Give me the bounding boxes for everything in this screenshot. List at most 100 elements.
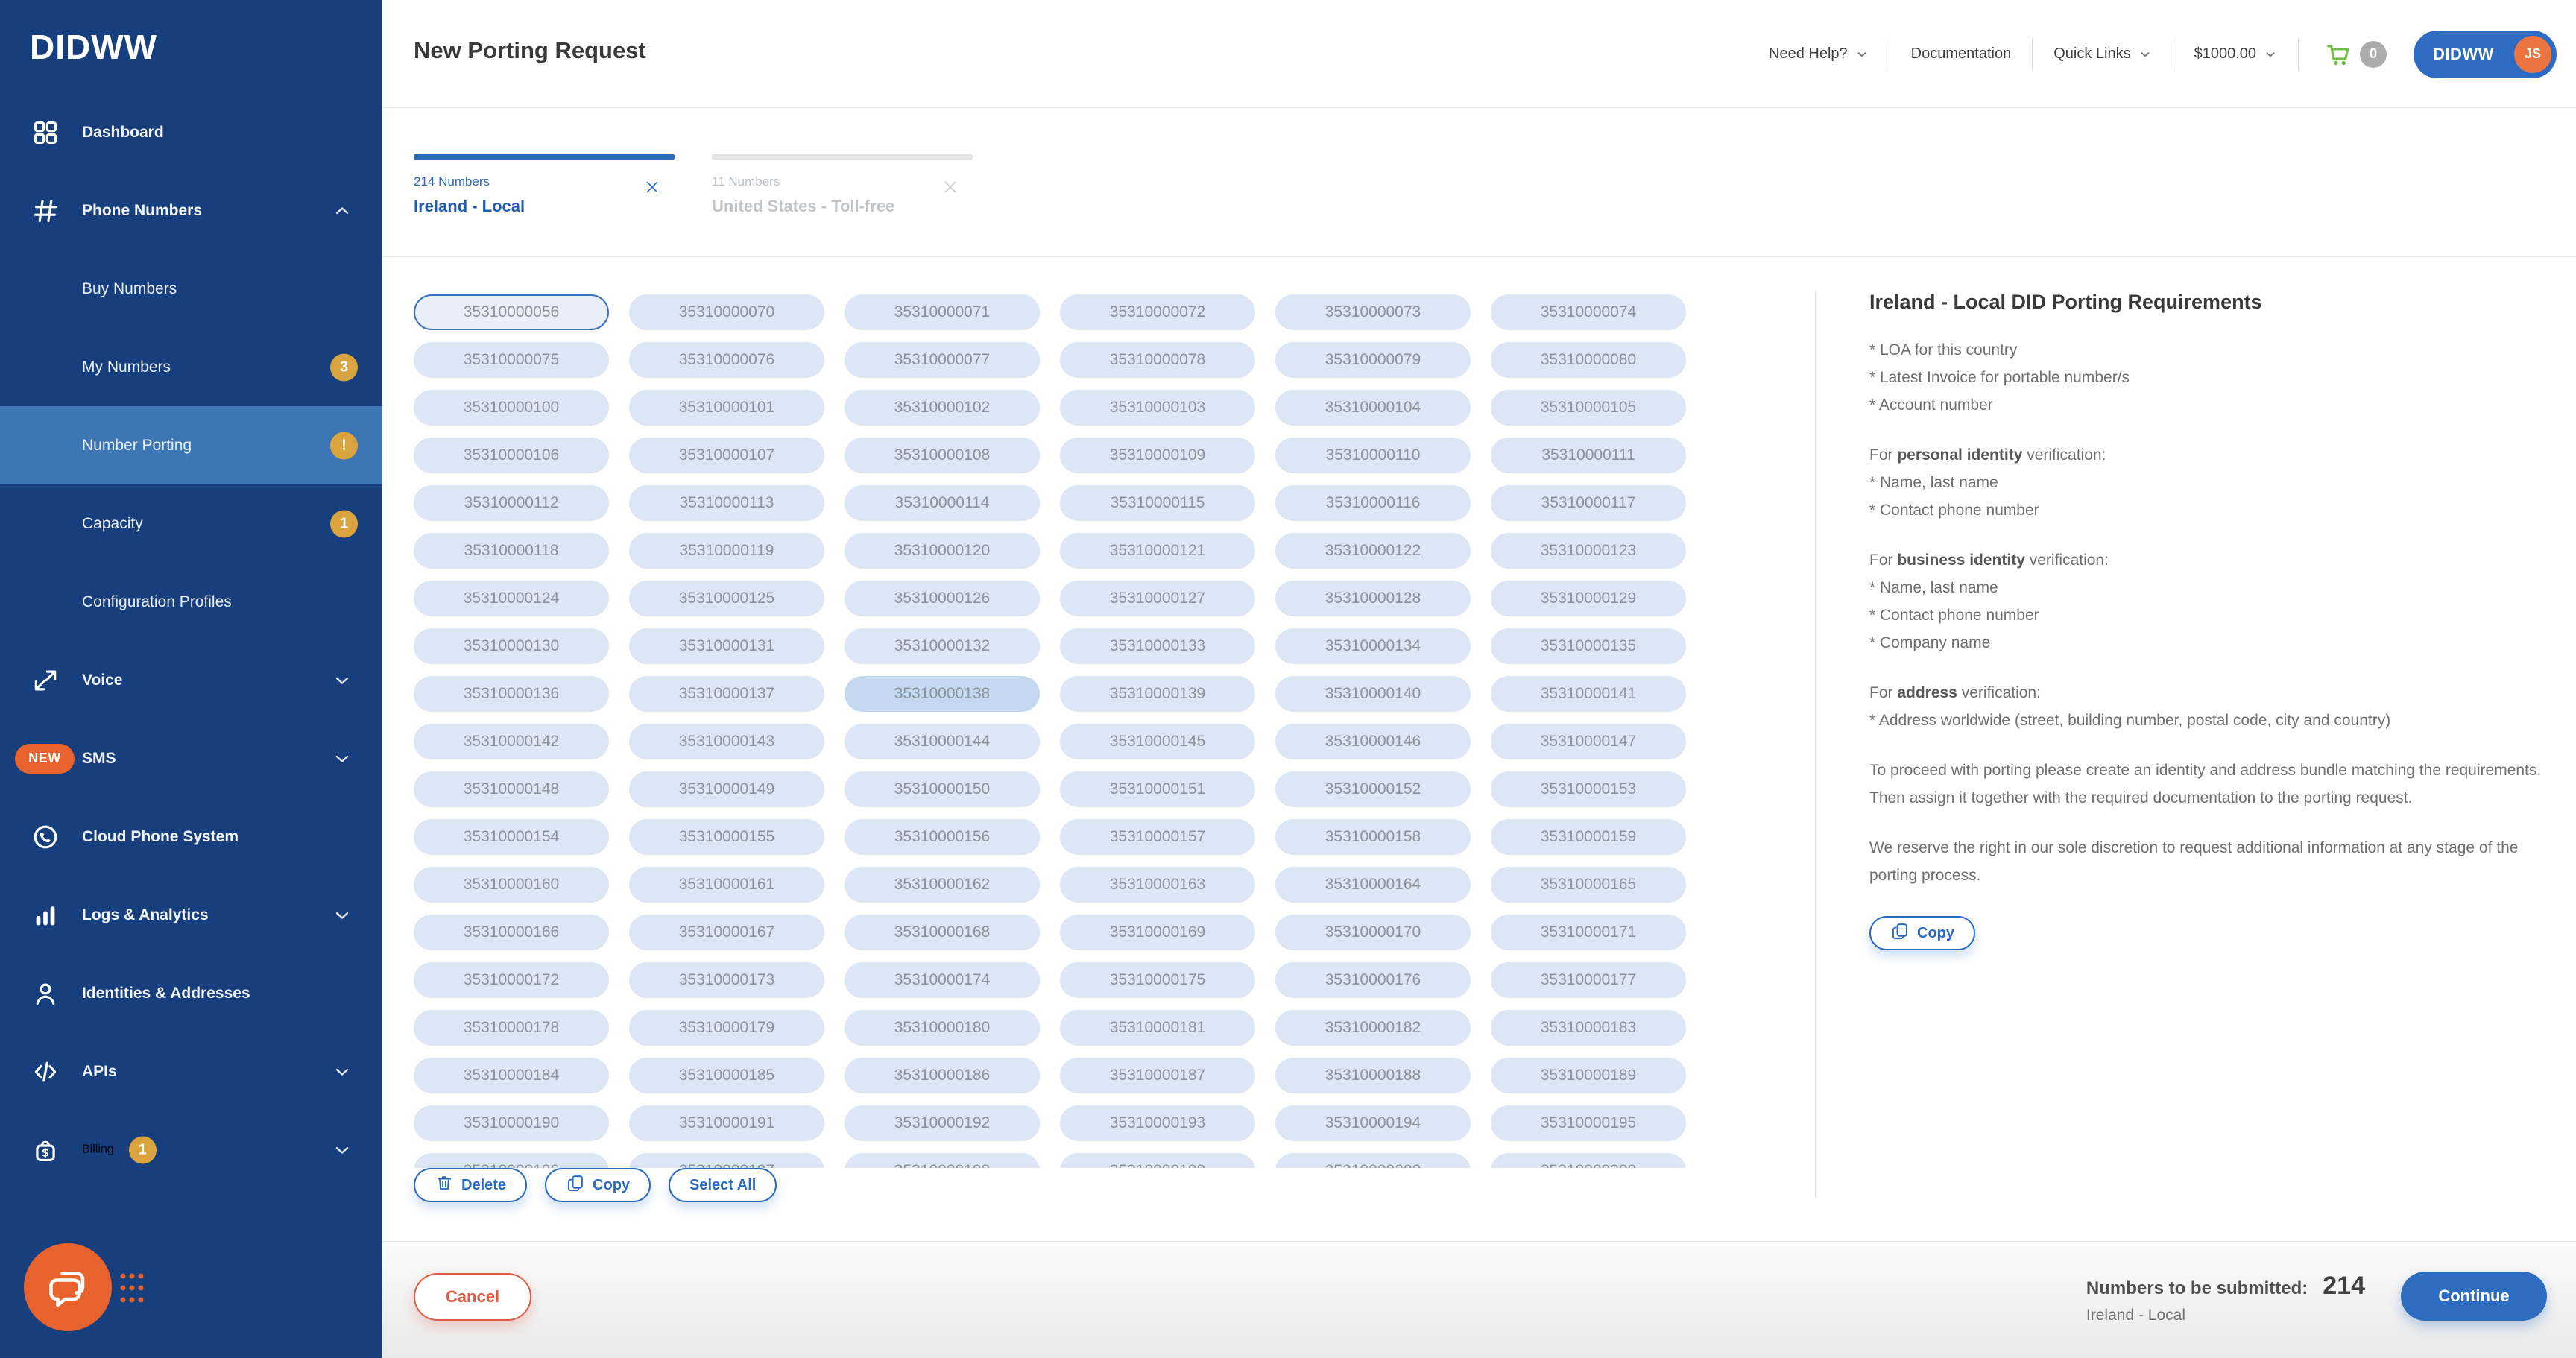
number-chip[interactable]: 35310000111: [1491, 438, 1686, 473]
number-chip[interactable]: 35310000155: [629, 819, 824, 855]
number-chip[interactable]: 35310000119: [629, 533, 824, 569]
number-chip[interactable]: 35310000192: [845, 1105, 1040, 1141]
balance-menu[interactable]: $1000.00: [2194, 45, 2277, 63]
number-chip[interactable]: 35310000140: [1275, 676, 1471, 712]
number-chip[interactable]: 35310000115: [1060, 485, 1255, 521]
number-chip[interactable]: 35310000181: [1060, 1010, 1255, 1046]
number-chip[interactable]: 35310000197: [629, 1153, 824, 1168]
number-chip[interactable]: 35310000126: [845, 581, 1040, 616]
number-chip[interactable]: 35310000173: [629, 962, 824, 998]
number-chip[interactable]: 35310000116: [1275, 485, 1471, 521]
copy-requirements-button[interactable]: Copy: [1869, 916, 1975, 950]
number-chip[interactable]: 35310000079: [1275, 342, 1471, 378]
number-chip[interactable]: 35310000136: [414, 676, 609, 712]
number-chip[interactable]: 35310000139: [1060, 676, 1255, 712]
number-chip[interactable]: 35310000179: [629, 1010, 824, 1046]
number-chip[interactable]: 35310000071: [845, 294, 1040, 330]
number-chip[interactable]: 35310000163: [1060, 867, 1255, 903]
number-chip[interactable]: 35310000070: [629, 294, 824, 330]
number-chip[interactable]: 35310000138: [845, 676, 1040, 712]
number-chip[interactable]: 35310000177: [1491, 962, 1686, 998]
number-chip[interactable]: 35310000134: [1275, 628, 1471, 664]
number-chip[interactable]: 35310000124: [414, 581, 609, 616]
number-chip[interactable]: 35310000193: [1060, 1105, 1255, 1141]
need-help-menu[interactable]: Need Help?: [1769, 45, 1869, 63]
sidebar-item-logs-analytics[interactable]: Logs & Analytics: [0, 876, 382, 954]
number-chip[interactable]: 35310000122: [1275, 533, 1471, 569]
number-chip[interactable]: 35310000172: [414, 962, 609, 998]
number-chip[interactable]: 35310000148: [414, 771, 609, 807]
number-chip[interactable]: 35310000199: [1060, 1153, 1255, 1168]
number-chip[interactable]: 35310000135: [1491, 628, 1686, 664]
cart-button[interactable]: 0: [2324, 40, 2387, 69]
number-chip[interactable]: 35310000152: [1275, 771, 1471, 807]
number-chip[interactable]: 35310000109: [1060, 438, 1255, 473]
number-chip[interactable]: 35310000174: [845, 962, 1040, 998]
sidebar-item-my-numbers[interactable]: My Numbers3: [0, 328, 382, 406]
number-chip[interactable]: 35310000130: [414, 628, 609, 664]
sidebar-item-voice[interactable]: Voice: [0, 641, 382, 719]
number-chip[interactable]: 35310000100: [414, 390, 609, 426]
number-chip[interactable]: 35310000128: [1275, 581, 1471, 616]
number-chip[interactable]: 35310000080: [1491, 342, 1686, 378]
number-chip[interactable]: 35310000076: [629, 342, 824, 378]
number-chip[interactable]: 35310000194: [1275, 1105, 1471, 1141]
number-chip[interactable]: 35310000133: [1060, 628, 1255, 664]
number-chip[interactable]: 35310000159: [1491, 819, 1686, 855]
number-chip[interactable]: 35310000075: [414, 342, 609, 378]
delete-button[interactable]: Delete: [414, 1168, 527, 1202]
number-chip[interactable]: 35310000184: [414, 1058, 609, 1093]
number-chip[interactable]: 35310000175: [1060, 962, 1255, 998]
sidebar-item-sms[interactable]: NEWSMS: [0, 719, 382, 798]
number-chip[interactable]: 35310000150: [845, 771, 1040, 807]
number-chip[interactable]: 35310000162: [845, 867, 1040, 903]
sidebar-item-phone-numbers[interactable]: Phone Numbers: [0, 171, 382, 250]
documentation-link[interactable]: Documentation: [1911, 45, 2012, 63]
drag-dots-icon[interactable]: [119, 1272, 145, 1311]
number-chip[interactable]: 35310000074: [1491, 294, 1686, 330]
number-chip[interactable]: 35310000154: [414, 819, 609, 855]
number-chip[interactable]: 35310000200: [1275, 1153, 1471, 1168]
sidebar-item-buy-numbers[interactable]: Buy Numbers: [0, 250, 382, 328]
number-chip[interactable]: 35310000178: [414, 1010, 609, 1046]
number-chip[interactable]: 35310000300: [1491, 1153, 1686, 1168]
number-chip[interactable]: 35310000072: [1060, 294, 1255, 330]
number-chip[interactable]: 35310000105: [1491, 390, 1686, 426]
number-chip[interactable]: 35310000158: [1275, 819, 1471, 855]
number-chip[interactable]: 35310000142: [414, 724, 609, 759]
number-chip[interactable]: 35310000117: [1491, 485, 1686, 521]
number-chip[interactable]: 35310000104: [1275, 390, 1471, 426]
copy-button[interactable]: Copy: [545, 1168, 651, 1202]
number-chip[interactable]: 35310000145: [1060, 724, 1255, 759]
number-chip[interactable]: 35310000186: [845, 1058, 1040, 1093]
number-chip[interactable]: 35310000167: [629, 915, 824, 950]
select-all-button[interactable]: Select All: [669, 1168, 777, 1202]
number-chip[interactable]: 35310000113: [629, 485, 824, 521]
number-chip[interactable]: 35310000108: [845, 438, 1040, 473]
number-chip[interactable]: 35310000131: [629, 628, 824, 664]
number-chip[interactable]: 35310000168: [845, 915, 1040, 950]
number-chip[interactable]: 35310000118: [414, 533, 609, 569]
number-chip[interactable]: 35310000195: [1491, 1105, 1686, 1141]
close-icon[interactable]: [643, 178, 661, 196]
number-chip[interactable]: 35310000190: [414, 1105, 609, 1141]
number-chip[interactable]: 35310000157: [1060, 819, 1255, 855]
number-chip[interactable]: 35310000137: [629, 676, 824, 712]
number-chip[interactable]: 35310000101: [629, 390, 824, 426]
number-chip[interactable]: 35310000125: [629, 581, 824, 616]
number-chip[interactable]: 35310000103: [1060, 390, 1255, 426]
number-chip[interactable]: 35310000123: [1491, 533, 1686, 569]
number-chip[interactable]: 35310000147: [1491, 724, 1686, 759]
sidebar-item-billing[interactable]: Billing1: [0, 1111, 382, 1189]
number-chip[interactable]: 35310000169: [1060, 915, 1255, 950]
number-chip[interactable]: 35310000180: [845, 1010, 1040, 1046]
sidebar-item-identities-addresses[interactable]: Identities & Addresses: [0, 954, 382, 1032]
number-chip[interactable]: 35310000198: [845, 1153, 1040, 1168]
sidebar-item-apis[interactable]: APIs: [0, 1032, 382, 1111]
account-menu[interactable]: DIDWW JS: [2414, 31, 2557, 78]
number-chip[interactable]: 35310000151: [1060, 771, 1255, 807]
number-chip[interactable]: 35310000149: [629, 771, 824, 807]
number-chip[interactable]: 35310000114: [845, 485, 1040, 521]
sidebar-item-cloud-phone-system[interactable]: Cloud Phone System: [0, 798, 382, 876]
number-chip[interactable]: 35310000176: [1275, 962, 1471, 998]
